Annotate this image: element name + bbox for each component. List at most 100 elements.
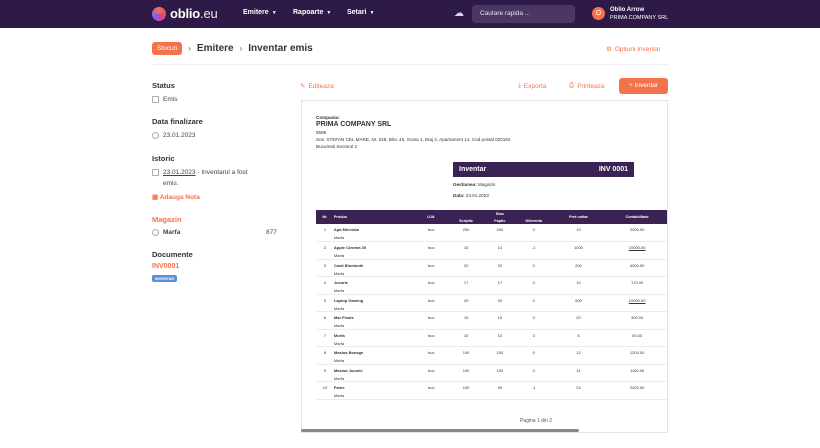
cell-diferenta: -1 (516, 241, 551, 260)
logo[interactable]: oblio.eu (152, 6, 218, 21)
logo-icon (152, 6, 166, 21)
nav-setari[interactable]: Setari ▼ (347, 9, 374, 16)
pager: Pagina 1 din 2 (520, 418, 552, 424)
col-pret: Pret unitar (550, 210, 607, 224)
cell-scriptic: 100 (449, 364, 483, 382)
cell-nr: 5 (316, 294, 334, 312)
download-icon: ⤓ (518, 82, 521, 89)
add-note-button[interactable]: ▣ Adauga Nota (152, 193, 200, 201)
data: Data: 23.01.2023 (453, 193, 489, 198)
cell-um: buc (413, 259, 450, 277)
cell-total: 2000.00 (606, 224, 667, 242)
breadcrumb-emitere[interactable]: Emitere (197, 43, 234, 54)
cell-pret: 11 (550, 364, 607, 382)
cell-total: 4000.00 (606, 259, 667, 277)
warehouse-title[interactable]: Magazin (152, 215, 182, 224)
cell-nr: 4 (316, 276, 334, 295)
table-row: 7 Morfa Marfa buc 10 10 0 5 50.00 (316, 329, 667, 347)
add-inventar-button[interactable]: + Inventar (619, 78, 668, 94)
table-row: 3 Casti Bluetooth Marfa buc 20 20 0 200 4000.00 (316, 259, 667, 277)
table-row: 9 Masina Jucarie Marfa buc 100 100 0 11 1100.00 (316, 364, 667, 382)
cell-faptic: 20 (482, 294, 517, 312)
cell-diferenta: 0 (516, 364, 551, 382)
warehouse-name: Marfa (163, 229, 181, 236)
table-row: 10 Paine Marfa buc 100 99 -1 24 2400.00 (316, 381, 667, 400)
nav-rapoarte[interactable]: Rapoarte ▼ (293, 9, 331, 16)
col-scriptic: Scriptic (449, 217, 483, 224)
options-inventar-button[interactable]: ⚙ Optiuni Inventar (606, 45, 661, 54)
search-input[interactable]: Cautare rapida ... (472, 5, 575, 23)
cell-diferenta: 0 (516, 311, 551, 330)
cell-total: 1100.00 (606, 364, 667, 382)
status-value: Emis (163, 96, 178, 103)
nav-emitere[interactable]: Emitere ▼ (243, 9, 277, 16)
cell-scriptic: 15 (449, 311, 483, 330)
cell-faptic: 99 (482, 381, 517, 400)
col-um: U.M. (413, 210, 450, 224)
export-button[interactable]: ⤓ Exporta (518, 82, 546, 90)
cell-produs: Mar Finals Marfa (333, 311, 414, 330)
edit-button[interactable]: ✎ Editeaza (300, 82, 334, 91)
check-icon (152, 96, 159, 103)
cloud-icon[interactable]: ☁ (454, 8, 464, 19)
cell-total: 50.00 (606, 329, 667, 347)
cell-total: 10000.00 (606, 294, 667, 312)
col-stoc: Stoc (449, 210, 551, 217)
gear-icon (152, 229, 159, 236)
user-company: PRIMA COMPANY SRL (610, 15, 669, 21)
col-nr: Nr. (316, 210, 334, 224)
cell-faptic: 100 (482, 364, 517, 382)
cell-total: 1200.00 (606, 346, 667, 365)
chevron-down-icon: ▼ (369, 9, 375, 16)
cell-um: buc (413, 346, 450, 365)
col-diferenta: Diferenta (516, 217, 551, 224)
company-city: Bucuresti Sectorul 2 (316, 144, 358, 149)
cell-um: buc (413, 224, 450, 242)
document-link[interactable]: INV0001 (152, 263, 179, 270)
cell-nr: 9 (316, 364, 334, 382)
company-label: Compania: (316, 115, 340, 120)
warehouse-count: 877 (266, 229, 277, 236)
cell-produs: Casti Bluetooth Marfa (333, 259, 414, 277)
cell-um: buc (413, 241, 450, 260)
cell-nr: 7 (316, 329, 334, 347)
documents-title: Documente (152, 250, 193, 259)
avatar[interactable]: O (592, 7, 605, 20)
cell-nr: 10 (316, 381, 334, 400)
cell-faptic: 15 (482, 311, 517, 330)
cell-produs: Masina Jucarie Marfa (333, 364, 414, 382)
table-row: 2 Apple Cinema 30 Marfa buc 15 14 -1 1000 15000.… (316, 241, 667, 260)
company-address: Sos. STEFAN CEL MARE, Nr. 228, Bloc 45, … (316, 137, 511, 142)
history-entry: 23.01.2023 - Inventarul a fost (163, 169, 248, 176)
cell-produs: Apa Minerala Marfa (333, 224, 414, 242)
company-code: 8586 (316, 130, 327, 135)
cell-um: buc (413, 311, 450, 330)
divider (152, 64, 668, 65)
cell-nr: 3 (316, 259, 334, 277)
chevron-right-icon: › (239, 44, 243, 53)
cell-diferenta: 0 (516, 294, 551, 312)
cell-produs: Paine Marfa (333, 381, 414, 400)
cell-total: 15000.00 (606, 241, 667, 260)
cell-nr: 1 (316, 224, 334, 242)
breadcrumb-stocuri[interactable]: Stocuri (152, 42, 183, 55)
cell-produs: Jucarie Marfa (333, 276, 414, 295)
document-preview[interactable]: Compania: PRIMA COMPANY SRL 8586 Sos. ST… (301, 100, 668, 433)
print-button[interactable]: ⎙ Printeaza (569, 82, 605, 90)
cell-produs: Morfa Marfa (333, 329, 414, 347)
gestiune: Gestiunea: Magazin (453, 182, 496, 187)
document-number: INV 0001 (598, 166, 628, 173)
cell-total: 2400.00 (606, 381, 667, 400)
table-row: 5 Laptop Gaming Marfa buc 20 20 0 500 10000.00 (316, 294, 667, 312)
cell-diferenta: 0 (516, 329, 551, 347)
note-icon: ▣ (152, 194, 159, 201)
horizontal-scrollbar[interactable] (301, 429, 579, 432)
cell-pret: 10 (550, 224, 607, 242)
user-name[interactable]: Oblio Arrow (610, 7, 644, 13)
inventory-table: Nr. Produs U.M. Stoc Pret unitar Contabi… (316, 210, 667, 400)
cell-um: buc (413, 276, 450, 295)
col-contabilitate: Contabilitate (606, 210, 667, 224)
table-row: 6 Mar Finals Marfa buc 15 15 0 20 300.00 (316, 311, 667, 330)
chevron-down-icon: ▼ (326, 9, 332, 16)
col-faptic: Faptic (482, 217, 517, 224)
